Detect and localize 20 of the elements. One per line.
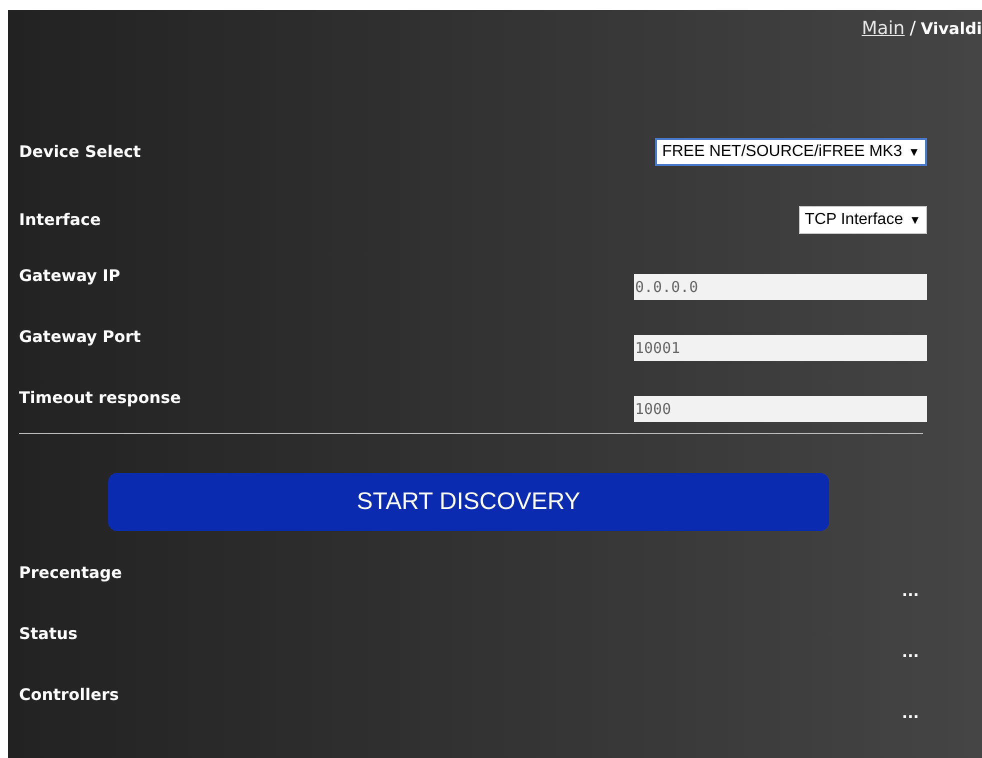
field-label: Gateway Port: [19, 326, 141, 348]
input-field[interactable]: 0.0.0.0: [634, 274, 927, 300]
result-label: Controllers: [19, 684, 119, 706]
dropdown[interactable]: FREE NET/SOURCE/iFREE MK3 ▼: [655, 138, 927, 166]
field-label: Timeout response: [19, 387, 181, 409]
result-value: ...: [902, 702, 919, 724]
input-field[interactable]: 1000: [634, 396, 927, 422]
field-label: Gateway IP: [19, 265, 120, 287]
start-discovery-button[interactable]: START DISCOVERY: [108, 473, 829, 531]
main-link[interactable]: Main: [862, 15, 905, 42]
field-label: Interface: [19, 209, 101, 231]
current-page: Vivaldi: [920, 18, 982, 40]
field-label: Device Select: [19, 141, 141, 163]
result-value: ...: [902, 580, 919, 602]
dropdown[interactable]: TCP Interface ▼: [798, 206, 927, 234]
breadcrumb-separator: /: [910, 17, 916, 41]
result-label: Precentage: [19, 562, 122, 584]
result-label: Status: [19, 623, 78, 645]
result-value: ...: [902, 642, 919, 662]
input-field[interactable]: 10001: [634, 335, 927, 361]
